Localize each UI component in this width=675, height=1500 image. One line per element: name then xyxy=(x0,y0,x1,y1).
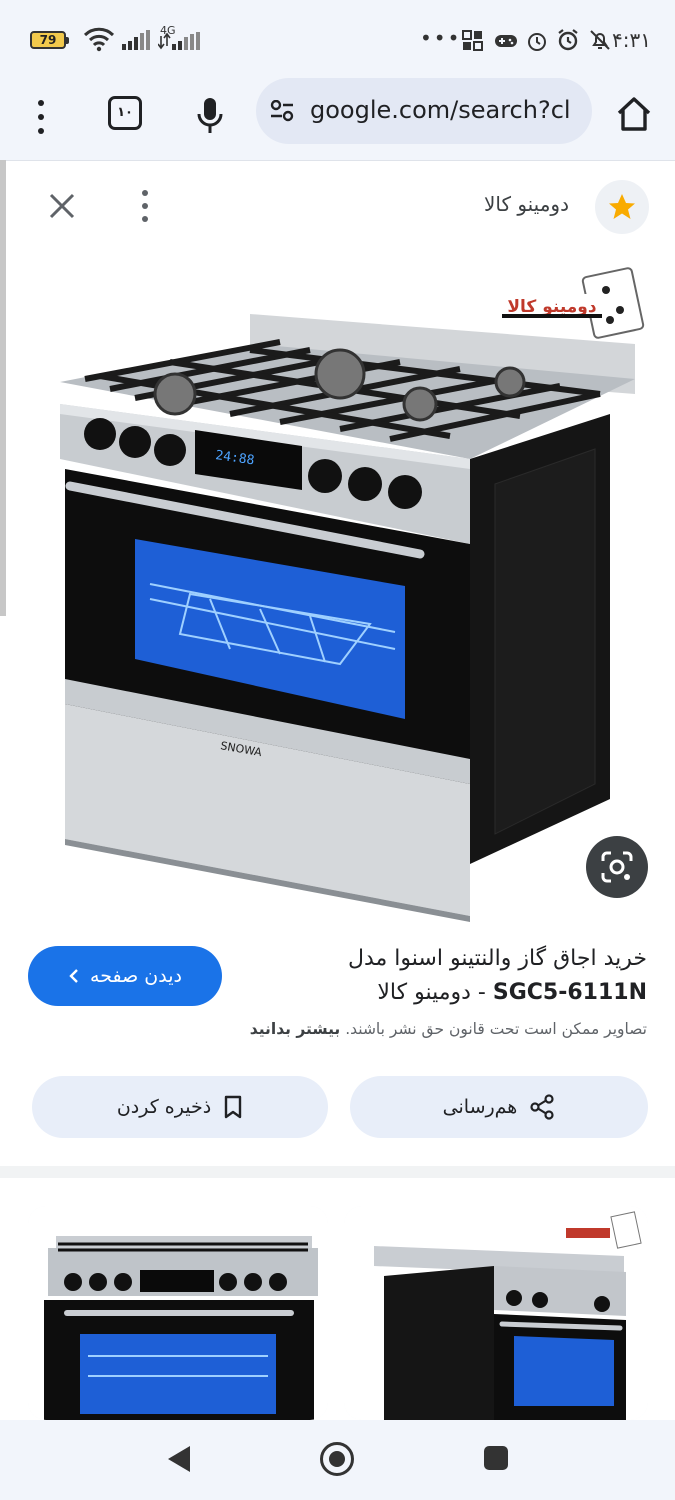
signal-icon-2 xyxy=(158,32,200,50)
more-options-icon[interactable] xyxy=(140,190,150,224)
copyright-text: تصاویر ممکن است تحت قانون حق نشر باشند. xyxy=(345,1020,647,1038)
image-viewer-header: دومینو کالا xyxy=(0,160,675,252)
learn-more-link[interactable]: بیشتر بدانید xyxy=(250,1020,340,1038)
signal-icon xyxy=(122,30,150,50)
address-bar[interactable]: google.com/search?cl xyxy=(256,78,592,144)
site-favicon xyxy=(595,180,649,234)
result-title[interactable]: خرید اجاق گاز والنتینو اسنوا مدل SGC5-61… xyxy=(307,942,647,1010)
result-title-suffix: - دومینو کالا xyxy=(377,980,493,1005)
source-site-name[interactable]: دومینو کالا xyxy=(484,192,569,216)
battery-icon: 79 xyxy=(30,31,69,49)
share-label: هم‌رسانی xyxy=(442,1096,518,1118)
product-image[interactable]: دومینو کالا 24:88 SNOWA xyxy=(40,254,660,924)
related-image-1[interactable] xyxy=(28,1206,328,1420)
google-lens-button[interactable] xyxy=(586,836,648,898)
status-bar: 79 4G ••• ۴:۳۱ xyxy=(0,0,675,80)
browser-toolbar: ۱۰ google.com/search?cl xyxy=(0,78,675,161)
related-image-2-graphic xyxy=(344,1206,648,1420)
save-button[interactable]: ذخیره کردن xyxy=(32,1076,328,1138)
home-icon[interactable] xyxy=(614,94,654,134)
microphone-icon[interactable] xyxy=(196,94,224,136)
recent-apps-button[interactable] xyxy=(484,1446,508,1470)
visit-page-button[interactable]: دیدن صفحه xyxy=(28,946,222,1006)
game-controller-icon xyxy=(495,35,517,47)
share-icon xyxy=(530,1094,554,1120)
browser-menu-icon[interactable] xyxy=(26,98,56,138)
save-label: ذخیره کردن xyxy=(116,1096,212,1118)
alarm-clock-icon xyxy=(558,29,578,51)
section-divider xyxy=(0,1166,675,1178)
visit-page-label: دیدن صفحه xyxy=(90,965,182,987)
close-icon[interactable] xyxy=(48,192,76,220)
tab-switcher-button[interactable]: ۱۰ xyxy=(108,96,142,130)
bookmark-icon xyxy=(224,1095,242,1119)
site-settings-icon[interactable] xyxy=(270,100,294,122)
more-notifications-icon: ••• xyxy=(420,26,462,50)
wifi-icon xyxy=(83,27,115,52)
back-icon[interactable] xyxy=(166,1444,192,1474)
system-nav-bar xyxy=(0,1420,675,1500)
alarm-icon xyxy=(528,33,546,51)
bell-off-icon xyxy=(590,30,610,50)
related-image-1-graphic xyxy=(28,1206,328,1420)
copyright-notice: تصاویر ممکن است تحت قانون حق نشر باشند. … xyxy=(27,1020,647,1038)
store-logo: دومینو کالا xyxy=(500,267,645,339)
product-sku: SGC5-6111N xyxy=(492,980,647,1005)
home-button[interactable] xyxy=(320,1442,354,1476)
result-title-line1: خرید اجاق گاز والنتینو اسنوا مدل xyxy=(348,946,647,971)
chevron-left-icon xyxy=(69,969,78,983)
apps-icon xyxy=(462,30,483,51)
url-text: google.com/search?cl xyxy=(310,96,571,124)
share-button[interactable]: هم‌رسانی xyxy=(350,1076,648,1138)
battery-level: 79 xyxy=(39,33,57,47)
related-image-2[interactable] xyxy=(344,1206,648,1420)
star-icon xyxy=(609,194,635,219)
clock-time: ۴:۳۱ xyxy=(612,28,651,52)
lens-icon xyxy=(601,851,633,883)
